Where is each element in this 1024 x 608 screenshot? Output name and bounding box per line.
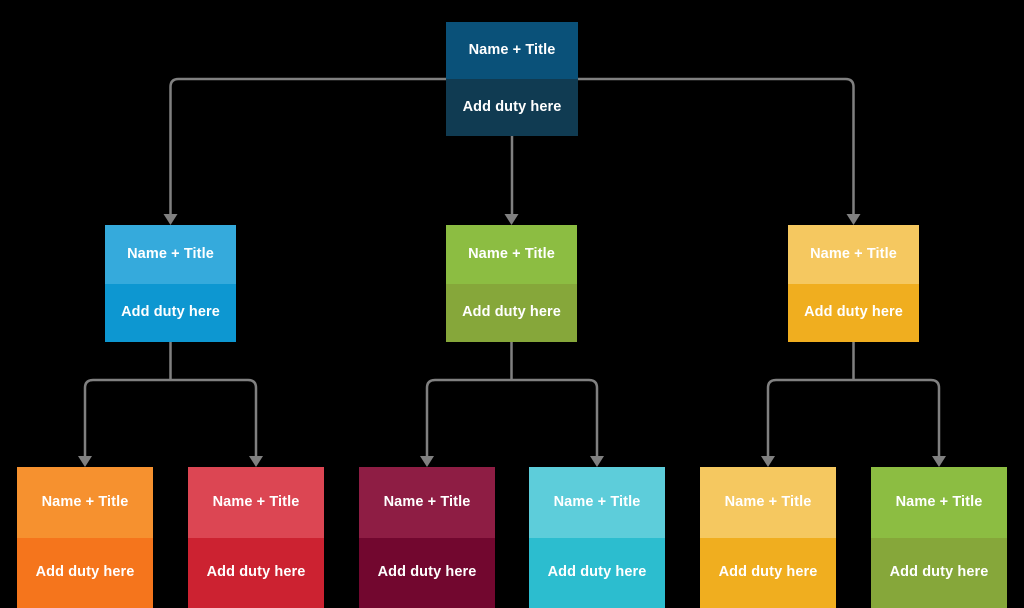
org-node-mid-center[interactable]: Name + Title Add duty here	[446, 225, 577, 342]
org-node-leaf-2[interactable]: Name + Title Add duty here	[188, 467, 324, 608]
connector-arrowhead	[78, 456, 92, 467]
org-node-title: Name + Title	[105, 225, 236, 284]
connector-arrowhead	[932, 456, 946, 467]
org-node-leaf-3[interactable]: Name + Title Add duty here	[359, 467, 495, 608]
connector-arrowhead	[249, 456, 263, 467]
connector-arrowhead	[163, 214, 178, 225]
org-node-duty: Add duty here	[871, 537, 1007, 608]
org-node-title: Name + Title	[17, 467, 153, 538]
connector-arrowhead	[420, 456, 434, 467]
org-node-duty: Add duty here	[359, 537, 495, 608]
org-node-duty: Add duty here	[446, 79, 578, 136]
org-node-leaf-6[interactable]: Name + Title Add duty here	[871, 467, 1007, 608]
org-node-duty: Add duty here	[700, 537, 836, 608]
org-node-title: Name + Title	[188, 467, 324, 538]
org-node-leaf-5[interactable]: Name + Title Add duty here	[700, 467, 836, 608]
org-node-mid-right[interactable]: Name + Title Add duty here	[788, 225, 919, 342]
org-node-title: Name + Title	[871, 467, 1007, 538]
connector-line	[511, 378, 599, 456]
org-node-duty: Add duty here	[446, 283, 577, 342]
connector-line	[425, 378, 512, 456]
org-node-duty: Add duty here	[17, 537, 153, 608]
connector-arrowhead	[504, 214, 519, 225]
org-node-title: Name + Title	[529, 467, 665, 538]
org-node-title: Name + Title	[700, 467, 836, 538]
org-node-duty: Add duty here	[105, 283, 236, 342]
org-node-title: Name + Title	[446, 22, 578, 79]
org-node-duty: Add duty here	[529, 537, 665, 608]
org-node-title: Name + Title	[788, 225, 919, 284]
connector-line	[83, 378, 171, 456]
org-chart-canvas: Name + Title Add duty here Name + Title Add…	[0, 0, 1024, 608]
connector-arrowhead	[590, 456, 604, 467]
org-node-duty: Add duty here	[188, 537, 324, 608]
connector-line	[170, 378, 258, 456]
org-node-root[interactable]: Name + Title Add duty here	[446, 22, 578, 136]
org-node-leaf-1[interactable]: Name + Title Add duty here	[17, 467, 153, 608]
connector-line	[853, 378, 941, 456]
org-node-mid-left[interactable]: Name + Title Add duty here	[105, 225, 236, 342]
connector-line	[766, 378, 854, 456]
connector-arrowhead	[761, 456, 775, 467]
org-node-duty: Add duty here	[788, 283, 919, 342]
org-node-title: Name + Title	[446, 225, 577, 284]
connector-arrowhead	[846, 214, 861, 225]
org-node-leaf-4[interactable]: Name + Title Add duty here	[529, 467, 665, 608]
org-node-title: Name + Title	[359, 467, 495, 538]
